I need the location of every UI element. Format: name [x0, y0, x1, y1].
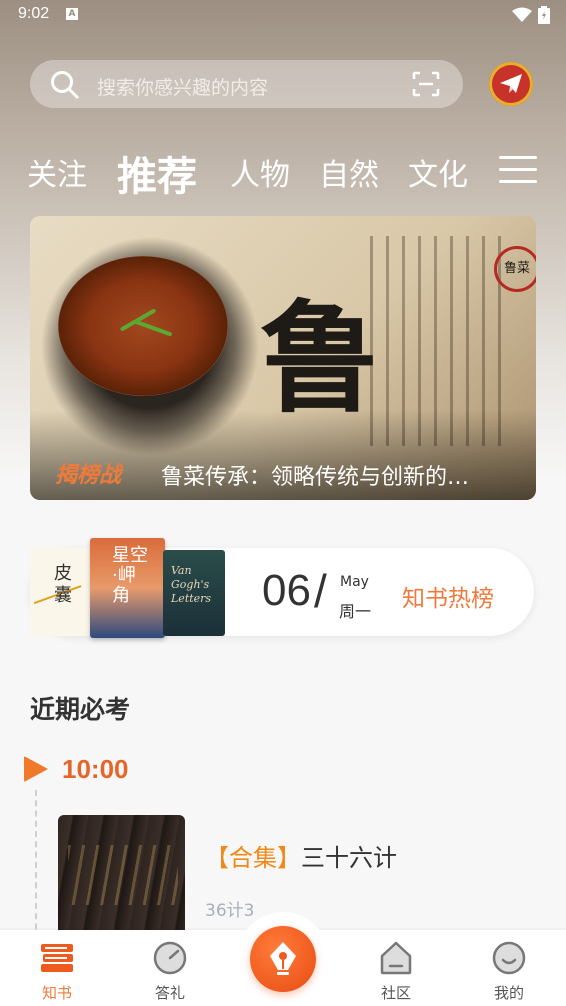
book-title: 皮囊 [54, 563, 72, 606]
book-cover: 星空·岬角 [90, 538, 165, 638]
tab-follow[interactable]: 关注 [27, 150, 87, 194]
battery-icon [538, 6, 550, 24]
timeline-line [35, 790, 37, 950]
book-cover: Van Gogh's Letters [163, 550, 225, 636]
category-tabs: 关注 推荐 人物 自然 文化 [0, 140, 566, 200]
banner-tag: 揭榜战 [55, 463, 122, 488]
search-placeholder[interactable]: 搜索你感兴趣的内容 [97, 73, 268, 100]
nav-label: 知书 [41, 984, 72, 1002]
nav-community[interactable]: 社区 [356, 930, 436, 1006]
hot-list-weekday: 周一 [339, 602, 372, 621]
tab-nature[interactable]: 自然 [319, 150, 379, 194]
section-title: 近期必考 [30, 695, 131, 724]
nav-label: 我的 [493, 984, 524, 1002]
tab-people[interactable]: 人物 [230, 150, 290, 194]
tab-culture[interactable]: 文化 [408, 150, 468, 194]
status-bar: 9:02 A [0, 0, 566, 30]
paper-plane-icon [500, 74, 522, 93]
menu-icon[interactable] [499, 156, 537, 186]
hot-list-label[interactable]: 知书热榜 [402, 579, 494, 613]
timeline-time: 10:00 [62, 754, 129, 784]
book-title: Van Gogh's Letters [171, 564, 212, 605]
create-button[interactable] [250, 926, 316, 992]
nav-label: 社区 [380, 984, 411, 1002]
nav-zhishu[interactable]: 知书 [17, 930, 97, 1006]
book-title: 星空·岬角 [112, 545, 148, 606]
play-marker-icon [24, 756, 48, 782]
search-icon [51, 71, 79, 99]
scan-icon[interactable] [412, 71, 440, 97]
nav-label: 答礼 [154, 984, 185, 1002]
item-tag: 【合集】 [205, 844, 301, 872]
nav-mine[interactable]: 我的 [469, 930, 549, 1006]
item-cover-image[interactable] [58, 815, 185, 945]
item-subtitle: 36计3 [205, 901, 255, 921]
notification-icon: A [66, 8, 78, 20]
hot-list-slash: / [314, 565, 327, 617]
compass-icon [153, 941, 187, 975]
hot-list-card[interactable]: 皮囊 星空·岬角 Van Gogh's Letters 06 / May 周一 … [30, 538, 534, 638]
search-bar[interactable]: 搜索你感兴趣的内容 [30, 60, 463, 108]
books-icon [41, 944, 73, 972]
book-cover: 皮囊 [30, 548, 96, 636]
banner-big-character: 鲁 [260, 288, 380, 429]
banner-seal: 鲁菜 [494, 246, 536, 292]
featured-banner[interactable]: 鲁 鲁菜 揭榜战 鲁菜传承：领略传统与创新的… [30, 216, 536, 500]
paper-plane-button[interactable] [489, 62, 533, 106]
smile-icon [492, 941, 526, 975]
tab-recommend[interactable]: 推荐 [117, 144, 197, 202]
hot-list-month: May [340, 574, 369, 590]
banner-title: 鲁菜传承：领略传统与创新的… [161, 465, 470, 490]
item-title-text: 三十六计 [301, 844, 397, 872]
status-time: 9:02 [18, 5, 50, 22]
house-icon [380, 941, 412, 975]
dish-image [58, 256, 228, 396]
pen-nib-icon [270, 942, 296, 975]
item-title[interactable]: 【合集】三十六计 [205, 838, 397, 873]
hot-list-day: 06 [262, 566, 311, 615]
nav-dali[interactable]: 答礼 [130, 930, 210, 1006]
wifi-icon [512, 7, 532, 22]
